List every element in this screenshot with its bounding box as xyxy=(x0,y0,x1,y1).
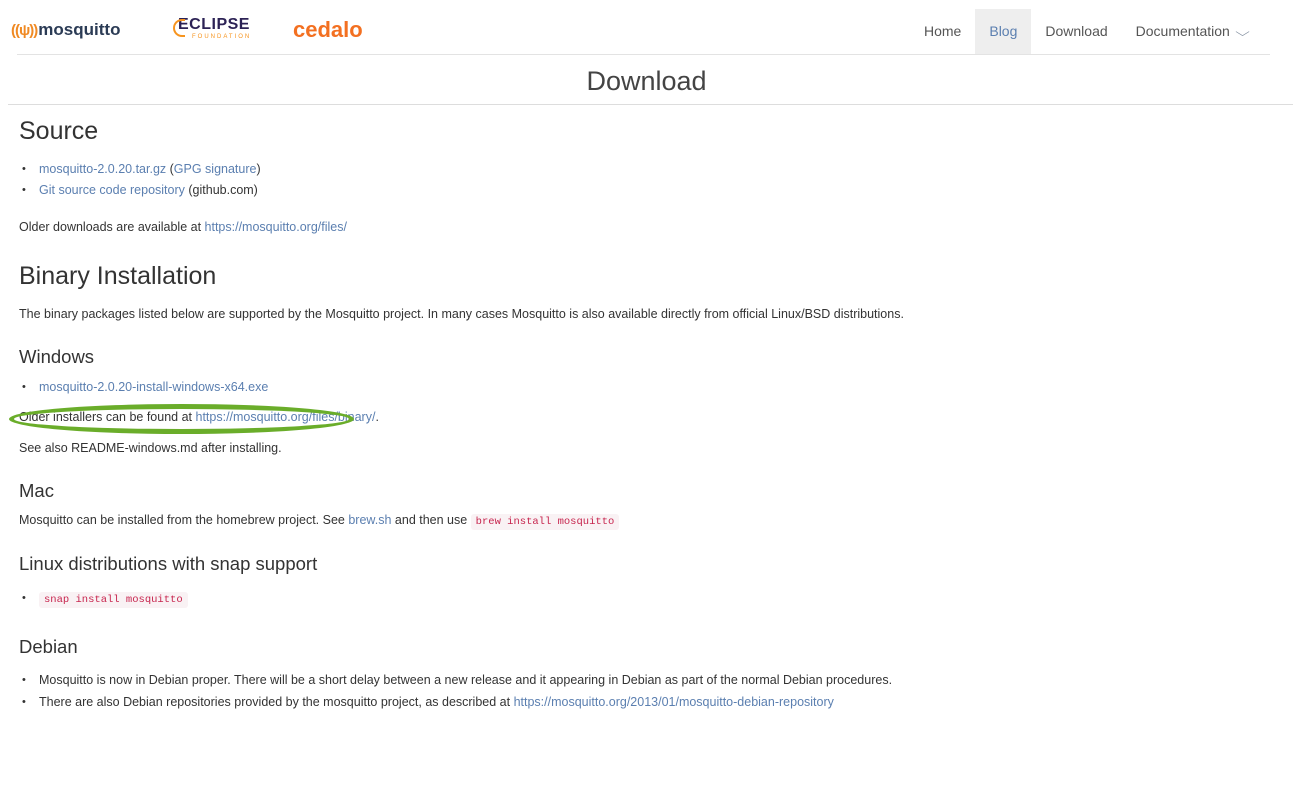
snap-list: snap install mosquitto xyxy=(19,588,1279,611)
older-installers-suffix: . xyxy=(375,410,379,425)
cedalo-logo[interactable]: cedalo xyxy=(293,17,363,43)
nav-documentation[interactable]: Documentation ⌵ xyxy=(1122,9,1261,54)
debian-heading: Debian xyxy=(19,635,78,657)
mosquitto-logo[interactable]: ((ψ)) mosquitto xyxy=(11,20,120,40)
windows-heading: Windows xyxy=(19,346,95,367)
debian-repo-prefix: There are also Debian repositories provi… xyxy=(39,694,514,709)
mosquitto-logo-icon: ((ψ)) xyxy=(11,21,38,39)
list-item: There are also Debian repositories provi… xyxy=(22,691,1279,713)
readme-note: See also README-windows.md after install… xyxy=(19,441,282,456)
windows-list: mosquitto-2.0.20-install-windows-x64.exe xyxy=(19,377,1279,398)
mac-text: Mosquitto can be installed from the home… xyxy=(19,513,1279,531)
binary-heading: Binary Installation xyxy=(19,262,217,290)
source-heading: Source xyxy=(19,117,99,145)
title-divider xyxy=(8,104,1293,105)
list-item: mosquitto-2.0.20.tar.gz (GPG signature) xyxy=(22,159,1279,180)
nav-divider xyxy=(17,54,1270,55)
snap-heading: Linux distributions with snap support xyxy=(19,553,318,575)
brew-install-command: brew install mosquitto xyxy=(470,514,620,531)
site-header: ((ψ)) mosquitto ECLIPSE FOUNDATION cedal… xyxy=(0,0,1293,60)
binary-intro: The binary packages listed below are sup… xyxy=(19,307,904,321)
list-item: snap install mosquitto xyxy=(22,588,1279,611)
windows-installer-link[interactable]: mosquitto-2.0.20-install-windows-x64.exe xyxy=(39,380,268,394)
list-item: mosquitto-2.0.20-install-windows-x64.exe xyxy=(22,377,1279,398)
older-downloads-text: Older downloads are available at https:/… xyxy=(19,220,1279,234)
debian-list: Mosquitto is now in Debian proper. There… xyxy=(19,669,1279,713)
older-downloads-prefix: Older downloads are available at xyxy=(19,220,205,234)
mac-heading: Mac xyxy=(19,480,54,502)
older-installers-link[interactable]: https://mosquitto.org/files/binary/ xyxy=(196,410,376,424)
eclipse-foundation-logo[interactable]: ECLIPSE FOUNDATION xyxy=(173,16,252,40)
eclipse-arc-icon xyxy=(173,19,185,37)
main-content: Source mosquitto-2.0.20.tar.gz (GPG sign… xyxy=(19,108,1279,713)
gpg-close: ) xyxy=(256,162,261,176)
page-title: Download xyxy=(586,66,707,96)
brew-link[interactable]: brew.sh xyxy=(348,513,391,527)
mosquitto-wordmark: mosquitto xyxy=(38,20,121,39)
debian-repo-link[interactable]: https://mosquitto.org/2013/01/mosquitto-… xyxy=(514,695,834,709)
nav-download[interactable]: Download xyxy=(1031,9,1121,54)
gpg-signature-link[interactable]: GPG signature xyxy=(174,162,257,176)
chevron-down-icon: ⌵ xyxy=(1235,25,1250,39)
mac-text-prefix: Mosquitto can be installed from the home… xyxy=(19,513,349,528)
eclipse-logo-sub: FOUNDATION xyxy=(192,34,252,40)
nav-blog[interactable]: Blog xyxy=(975,9,1032,54)
snap-install-command: snap install mosquitto xyxy=(39,591,188,608)
list-item: Mosquitto is now in Debian proper. There… xyxy=(22,669,1279,691)
nav-documentation-label: Documentation xyxy=(1135,23,1230,39)
eclipse-logo-main: ECLIPSE xyxy=(178,16,250,33)
mac-text-mid: and then use xyxy=(391,513,471,528)
git-repository-link[interactable]: Git source code repository xyxy=(39,183,185,197)
tarball-link[interactable]: mosquitto-2.0.20.tar.gz xyxy=(39,162,166,176)
older-downloads-link[interactable]: https://mosquitto.org/files/ xyxy=(205,220,347,234)
nav-home[interactable]: Home xyxy=(910,9,975,54)
older-installers-prefix: Older installers can be found at xyxy=(19,410,196,425)
list-item: Git source code repository (github.com) xyxy=(22,180,1279,201)
source-list: mosquitto-2.0.20.tar.gz (GPG signature) … xyxy=(19,159,1279,201)
git-suffix: (github.com) xyxy=(184,183,258,197)
main-nav: Home Blog Download Documentation ⌵ xyxy=(910,9,1261,54)
gpg-open: ( xyxy=(166,162,174,176)
older-installers-text: Older installers can be found at https:/… xyxy=(19,410,1279,424)
